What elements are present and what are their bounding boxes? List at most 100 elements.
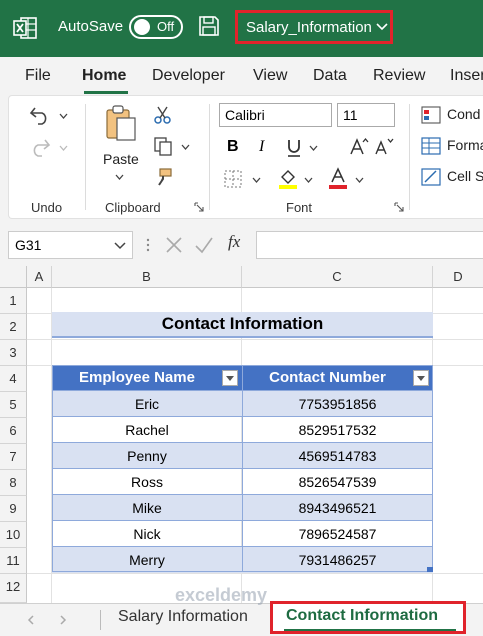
table-row-line bbox=[52, 494, 433, 495]
fill-color-dropdown-icon[interactable] bbox=[304, 176, 313, 185]
cell-styles-label[interactable]: Cell S bbox=[447, 168, 483, 184]
column-header-b[interactable]: B bbox=[52, 266, 242, 288]
contact-number-cell: 4569514783 bbox=[298, 448, 377, 464]
format-painter-icon[interactable] bbox=[153, 167, 173, 187]
borders-icon[interactable] bbox=[223, 169, 243, 189]
font-color-icon[interactable] bbox=[327, 167, 349, 189]
row-header[interactable]: 11 bbox=[0, 548, 27, 574]
paste-label[interactable]: Paste bbox=[103, 151, 139, 167]
tab-home[interactable]: Home bbox=[82, 67, 126, 85]
italic-button[interactable]: I bbox=[259, 138, 264, 156]
autosave-toggle[interactable]: Off bbox=[129, 15, 183, 39]
sheet-tab-salary-information[interactable]: Salary Information bbox=[118, 608, 248, 626]
header-contact-number[interactable]: Contact Number bbox=[242, 365, 413, 390]
active-sheet-label: Contact Information bbox=[286, 607, 438, 624]
name-box-value: G31 bbox=[15, 237, 42, 253]
autosave-label: AutoSave bbox=[58, 18, 124, 35]
format-as-table-icon[interactable] bbox=[421, 137, 441, 155]
row-header[interactable]: 7 bbox=[0, 444, 27, 470]
chevron-right-icon[interactable] bbox=[58, 615, 68, 625]
paste-dropdown-icon[interactable] bbox=[115, 173, 124, 182]
clipboard-launcher-icon[interactable] bbox=[194, 202, 204, 212]
undo-group-label: Undo bbox=[31, 200, 63, 215]
select-all-corner[interactable] bbox=[0, 266, 27, 288]
sheet-tab-bar: Salary Information Contact Information bbox=[0, 601, 483, 636]
fill-color-icon[interactable] bbox=[277, 167, 299, 189]
row-header[interactable]: 5 bbox=[0, 392, 27, 418]
contact-number-cell: 8943496521 bbox=[298, 500, 377, 516]
row-header[interactable]: 8 bbox=[0, 470, 27, 496]
font-color-dropdown-icon[interactable] bbox=[355, 176, 364, 185]
more-options-icon[interactable] bbox=[146, 237, 150, 253]
filename-dropdown[interactable]: Salary_Information bbox=[235, 10, 393, 44]
redo-dropdown-icon[interactable] bbox=[59, 144, 68, 153]
row-header[interactable]: 4 bbox=[0, 366, 27, 392]
underline-icon[interactable] bbox=[284, 138, 304, 158]
header-employee-name[interactable]: Employee Name bbox=[52, 365, 222, 390]
conditional-formatting-icon[interactable] bbox=[421, 106, 441, 124]
title-bar: AutoSave Off Salary_Information bbox=[0, 0, 483, 57]
filename: Salary_Information bbox=[246, 19, 372, 36]
table-resize-handle[interactable] bbox=[427, 567, 433, 572]
clipboard-group-label: Clipboard bbox=[105, 200, 161, 215]
conditional-formatting-label[interactable]: Cond bbox=[447, 106, 480, 122]
font-size-box[interactable]: 11 bbox=[337, 103, 395, 127]
row-header[interactable]: 6 bbox=[0, 418, 27, 444]
bold-button[interactable]: B bbox=[227, 138, 239, 156]
decrease-font-icon[interactable] bbox=[374, 136, 394, 156]
filter-arrow-icon bbox=[226, 376, 234, 381]
column-header-a[interactable]: A bbox=[27, 266, 52, 288]
worksheet-grid[interactable]: A B C D 1 2 3 4 5 6 7 8 9 10 11 12 Conta… bbox=[0, 266, 483, 603]
filter-dropdown-button[interactable] bbox=[413, 370, 429, 386]
formula-input[interactable] bbox=[256, 231, 483, 259]
chevron-left-icon[interactable] bbox=[26, 615, 36, 625]
copy-icon[interactable] bbox=[153, 136, 173, 156]
formula-bar: G31 fx bbox=[0, 222, 483, 266]
font-launcher-icon[interactable] bbox=[394, 202, 404, 212]
insert-function-button[interactable]: fx bbox=[228, 232, 240, 252]
contact-number-cell: 7931486257 bbox=[298, 552, 377, 568]
paste-icon[interactable] bbox=[105, 104, 137, 142]
row-header[interactable]: 1 bbox=[0, 288, 27, 314]
row-header[interactable]: 10 bbox=[0, 522, 27, 548]
underline-dropdown-icon[interactable] bbox=[309, 144, 318, 153]
name-box[interactable]: G31 bbox=[8, 231, 133, 259]
undo-dropdown-icon[interactable] bbox=[59, 112, 68, 121]
tab-data[interactable]: Data bbox=[313, 67, 347, 85]
format-as-table-label[interactable]: Forma bbox=[447, 137, 483, 153]
row-header[interactable]: 2 bbox=[0, 314, 27, 340]
row-header[interactable]: 3 bbox=[0, 340, 27, 366]
row-header[interactable]: 9 bbox=[0, 496, 27, 522]
chevron-down-icon[interactable] bbox=[114, 241, 126, 251]
increase-font-icon[interactable] bbox=[349, 136, 369, 156]
tab-developer[interactable]: Developer bbox=[152, 67, 225, 85]
font-name-box[interactable]: Calibri bbox=[219, 103, 332, 127]
tab-review[interactable]: Review bbox=[373, 67, 425, 85]
column-header-c[interactable]: C bbox=[242, 266, 433, 288]
row-header[interactable]: 12 bbox=[0, 574, 27, 603]
borders-dropdown-icon[interactable] bbox=[252, 176, 261, 185]
copy-dropdown-icon[interactable] bbox=[181, 143, 190, 152]
enter-icon[interactable] bbox=[194, 235, 214, 255]
active-sheet-underline bbox=[284, 629, 456, 631]
save-icon[interactable] bbox=[198, 15, 220, 37]
gridline bbox=[27, 573, 483, 574]
tab-view[interactable]: View bbox=[253, 67, 287, 85]
sheet-title-cell[interactable]: Contact Information bbox=[52, 312, 433, 338]
cell-styles-icon[interactable] bbox=[421, 168, 441, 186]
contact-number-cell: 8526547539 bbox=[298, 474, 377, 490]
cancel-icon[interactable] bbox=[164, 235, 184, 255]
filter-dropdown-button[interactable] bbox=[222, 370, 238, 386]
column-header-d[interactable]: D bbox=[433, 266, 483, 288]
redo-icon[interactable] bbox=[29, 137, 51, 157]
table-row-line bbox=[52, 416, 433, 417]
tab-insert[interactable]: Inser bbox=[450, 67, 483, 85]
table-row-line bbox=[52, 442, 433, 443]
employee-name-cell: Mike bbox=[132, 500, 162, 516]
contact-number-cell: 8529517532 bbox=[298, 422, 377, 438]
group-divider bbox=[409, 104, 410, 210]
tab-file[interactable]: File bbox=[25, 67, 51, 85]
contact-number-cell: 7896524587 bbox=[298, 526, 377, 542]
undo-icon[interactable] bbox=[29, 105, 51, 125]
cut-icon[interactable] bbox=[153, 105, 173, 125]
